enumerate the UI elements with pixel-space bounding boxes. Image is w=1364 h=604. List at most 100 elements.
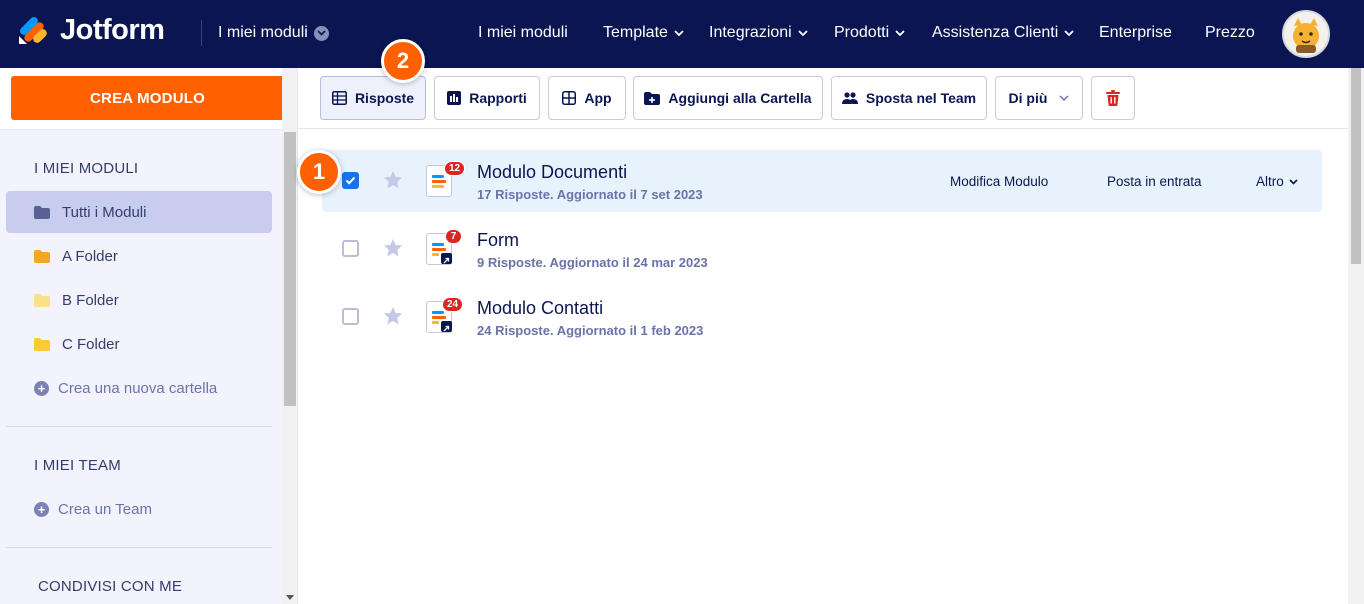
chevron-down-icon (313, 25, 329, 41)
nav-templates-label: Template (603, 24, 668, 41)
team-icon (841, 92, 858, 104)
form-title[interactable]: Modulo Contatti (477, 298, 603, 319)
form-subtitle: 17 Risposte. Aggiornato il 7 set 2023 (477, 187, 703, 202)
folder-icon (34, 249, 50, 263)
report-chart-icon (447, 91, 462, 105)
nav-products-label: Prodotti (834, 24, 890, 41)
nav-integrations-label: Integrazioni (709, 24, 792, 41)
form-title[interactable]: Modulo Documenti (477, 162, 627, 183)
share-link-icon (441, 253, 452, 264)
star-icon[interactable] (382, 305, 404, 327)
chevron-down-icon (895, 29, 905, 36)
nav-pricing-label: Prezzo (1205, 24, 1255, 41)
chevron-down-icon (1059, 95, 1069, 101)
chevron-down-icon (1064, 29, 1074, 36)
edit-form-label: Modifica Modulo (950, 174, 1049, 189)
sidebar-item-b-folder[interactable]: B Folder (6, 279, 272, 321)
sidebar-item-a-folder[interactable]: A Folder (6, 235, 272, 277)
shared-with-me-heading: CONDIVISI CON ME (38, 578, 183, 595)
form-row[interactable]: 12 Modulo Documenti 17 Risposte. Aggiorn… (322, 150, 1322, 212)
row-more-button[interactable]: Altro (1256, 174, 1298, 189)
sidebar-header: CREA MODULO (0, 68, 284, 130)
more-label: Di più (1008, 90, 1048, 106)
create-team-link[interactable]: + Crea un Team (34, 501, 152, 518)
sidebar-divider (6, 426, 272, 427)
form-checkbox[interactable] (342, 240, 359, 257)
row-more-label: Altro (1256, 174, 1284, 189)
form-subtitle: 9 Risposte. Aggiornato il 24 mar 2023 (477, 255, 708, 270)
form-row[interactable]: 7 Form 9 Risposte. Aggiornato il 24 mar … (322, 218, 1322, 280)
more-dropdown-button[interactable]: Di più (995, 76, 1083, 120)
trash-icon (1106, 90, 1120, 106)
sidebar-item-label: B Folder (62, 291, 119, 309)
sidebar: CREA MODULO I MIEI MODULI Tutti i Moduli… (0, 68, 284, 604)
move-to-team-label: Sposta nel Team (865, 90, 977, 106)
check-icon (345, 176, 356, 185)
nav-divider (201, 20, 202, 46)
nav-integrations[interactable]: Integrazioni (709, 24, 808, 42)
folder-icon (34, 205, 50, 219)
inbox-button[interactable]: Posta in entrata (1107, 174, 1202, 189)
plus-circle-icon: + (34, 381, 49, 396)
edit-form-button[interactable]: Modifica Modulo (950, 174, 1048, 189)
app-button[interactable]: App (548, 76, 626, 120)
move-to-team-button[interactable]: Sposta nel Team (831, 76, 987, 120)
jotform-logo-icon[interactable] (16, 14, 50, 46)
form-subtitle: 24 Risposte. Aggiornato il 1 feb 2023 (477, 323, 704, 338)
form-row[interactable]: 24 Modulo Contatti 24 Risposte. Aggiorna… (322, 286, 1322, 348)
step-marker-1: 1 (297, 150, 341, 194)
page-scrollbar[interactable] (1348, 68, 1364, 604)
nav-pricing[interactable]: Prezzo (1205, 24, 1255, 42)
my-teams-heading: I MIEI TEAM (34, 457, 121, 474)
step-marker-2: 2 (381, 39, 425, 83)
nav-my-forms-label: I miei moduli (478, 24, 568, 41)
create-folder-link[interactable]: + Crea una nuova cartella (34, 380, 217, 397)
forms-toolbar: Risposte Rapporti App Aggiungi alla Cart… (298, 68, 1348, 129)
chevron-down-icon (1289, 178, 1298, 185)
sidebar-divider (6, 547, 272, 548)
sidebar-scrollbar-thumb[interactable] (284, 132, 296, 406)
my-forms-dropdown[interactable]: I miei moduli (218, 24, 329, 42)
nav-my-forms[interactable]: I miei moduli (478, 24, 568, 42)
my-forms-dropdown-label: I miei moduli (218, 24, 308, 41)
form-checkbox[interactable] (342, 308, 359, 325)
page-scrollbar-thumb[interactable] (1351, 68, 1361, 264)
top-navbar: Jotform I miei moduli I miei moduli Temp… (0, 0, 1364, 68)
responses-button[interactable]: Risposte (320, 76, 426, 120)
delete-button[interactable] (1091, 76, 1135, 120)
nav-enterprise[interactable]: Enterprise (1099, 24, 1172, 42)
new-submissions-badge: 24 (442, 297, 464, 312)
app-grid-icon (562, 91, 577, 105)
chevron-down-icon (674, 29, 684, 36)
sidebar-item-all-forms[interactable]: Tutti i Moduli (6, 191, 272, 233)
sidebar-item-label: A Folder (62, 247, 118, 265)
create-form-button[interactable]: CREA MODULO (11, 76, 284, 120)
sidebar-item-c-folder[interactable]: C Folder (6, 323, 272, 365)
plus-circle-icon: + (34, 502, 49, 517)
responses-label: Risposte (354, 90, 415, 106)
folder-icon (34, 337, 50, 351)
form-checkbox[interactable] (342, 172, 359, 189)
create-folder-label: Crea una nuova cartella (58, 380, 218, 397)
add-to-folder-button[interactable]: Aggiungi alla Cartella (633, 76, 823, 120)
reports-button[interactable]: Rapporti (434, 76, 540, 120)
reports-label: Rapporti (469, 90, 527, 106)
sidebar-scrollbar[interactable] (282, 68, 298, 604)
create-team-label: Crea un Team (58, 501, 152, 518)
my-forms-heading: I MIEI MODULI (34, 160, 139, 177)
new-submissions-badge: 7 (445, 229, 462, 244)
brand-name[interactable]: Jotform (60, 14, 165, 47)
scroll-down-arrow-icon[interactable] (286, 595, 294, 600)
nav-enterprise-label: Enterprise (1099, 24, 1172, 41)
inbox-label: Posta in entrata (1107, 174, 1202, 189)
chevron-down-icon (798, 29, 808, 36)
table-icon (331, 91, 347, 105)
star-icon[interactable] (382, 169, 404, 191)
folder-icon (34, 293, 50, 307)
star-icon[interactable] (382, 237, 404, 259)
form-title[interactable]: Form (477, 230, 519, 251)
nav-products[interactable]: Prodotti (834, 24, 905, 42)
nav-templates[interactable]: Template (603, 24, 684, 42)
user-avatar[interactable] (1282, 10, 1330, 58)
nav-support[interactable]: Assistenza Clienti (932, 24, 1074, 42)
